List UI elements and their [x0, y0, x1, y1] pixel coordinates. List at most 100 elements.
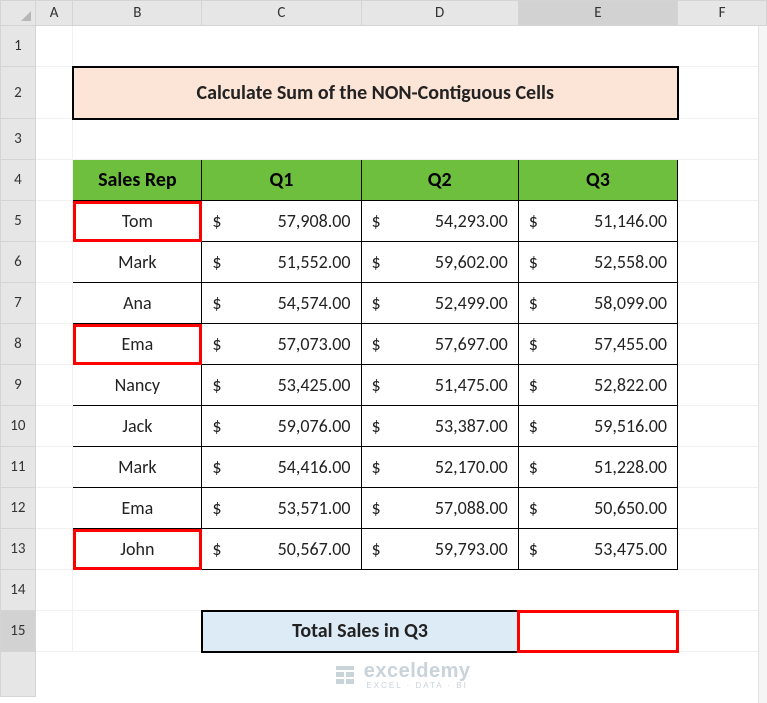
col-hdr-E[interactable]: E	[518, 1, 677, 26]
cell-q2[interactable]: $57,697.00	[361, 324, 518, 365]
sheet-title[interactable]: Calculate Sum of the NON-Contiguous Cell…	[73, 67, 678, 119]
cell-q1[interactable]: $57,073.00	[202, 324, 361, 365]
cell[interactable]	[35, 611, 73, 652]
cell-q3[interactable]: $59,516.00	[518, 406, 677, 447]
column-header-row[interactable]: A B C D E F	[1, 1, 767, 26]
cell-q1[interactable]: $53,425.00	[202, 365, 361, 406]
cell[interactable]	[35, 529, 73, 570]
row-hdr[interactable]: 14	[1, 570, 36, 611]
cell[interactable]	[35, 406, 73, 447]
cell[interactable]	[35, 570, 73, 611]
cell[interactable]	[678, 611, 767, 652]
cell-q2[interactable]: $59,602.00	[361, 242, 518, 283]
cell[interactable]	[35, 67, 73, 119]
cell[interactable]	[678, 283, 767, 324]
total-value-cell[interactable]	[518, 611, 677, 652]
cell-rep[interactable]: John	[73, 529, 202, 570]
cell[interactable]	[73, 570, 767, 611]
cell-rep[interactable]: Nancy	[73, 365, 202, 406]
cell-q2[interactable]: $52,499.00	[361, 283, 518, 324]
cell-q3[interactable]: $52,558.00	[518, 242, 677, 283]
cell[interactable]	[678, 201, 767, 242]
th-q2[interactable]: Q2	[361, 160, 518, 201]
cell-rep[interactable]: Mark	[73, 447, 202, 488]
cell-q2[interactable]: $54,293.00	[361, 201, 518, 242]
cell[interactable]	[678, 488, 767, 529]
col-hdr-A[interactable]: A	[35, 1, 73, 26]
spreadsheet-grid[interactable]: A B C D E F 1 2 Calculate Sum of the NON…	[0, 0, 767, 697]
cell-rep[interactable]: Mark	[73, 242, 202, 283]
th-sales-rep[interactable]: Sales Rep	[73, 160, 202, 201]
row-hdr[interactable]: 10	[1, 406, 36, 447]
cell[interactable]	[35, 242, 73, 283]
col-hdr-C[interactable]: C	[202, 1, 361, 26]
cell[interactable]	[35, 201, 73, 242]
cell-q3[interactable]: $52,822.00	[518, 365, 677, 406]
col-hdr-B[interactable]: B	[73, 1, 202, 26]
cell[interactable]	[35, 160, 73, 201]
cell-q1[interactable]: $59,076.00	[202, 406, 361, 447]
col-hdr-D[interactable]: D	[361, 1, 518, 26]
th-q3[interactable]: Q3	[518, 160, 677, 201]
cell[interactable]	[678, 529, 767, 570]
th-q1[interactable]: Q1	[202, 160, 361, 201]
cell-q2[interactable]: $57,088.00	[361, 488, 518, 529]
cell-q1[interactable]: $54,416.00	[202, 447, 361, 488]
cell-q3[interactable]: $58,099.00	[518, 283, 677, 324]
row-hdr[interactable]: 6	[1, 242, 36, 283]
cell[interactable]	[678, 242, 767, 283]
cell[interactable]	[73, 611, 202, 652]
cell-q3[interactable]: $50,650.00	[518, 488, 677, 529]
cell-q1[interactable]: $50,567.00	[202, 529, 361, 570]
select-all-corner[interactable]	[1, 1, 36, 26]
cell-rep[interactable]: Jack	[73, 406, 202, 447]
cell-q3[interactable]: $51,146.00	[518, 201, 677, 242]
scrollbar-vertical[interactable]	[758, 26, 767, 703]
row-hdr[interactable]: 4	[1, 160, 36, 201]
cell-q1[interactable]: $54,574.00	[202, 283, 361, 324]
cell[interactable]	[678, 447, 767, 488]
cell-q3[interactable]: $51,228.00	[518, 447, 677, 488]
cell-q2[interactable]: $53,387.00	[361, 406, 518, 447]
cell-q2[interactable]: $59,793.00	[361, 529, 518, 570]
cell[interactable]	[73, 26, 767, 67]
cell[interactable]	[35, 324, 73, 365]
row-hdr[interactable]	[1, 652, 36, 697]
cell-rep[interactable]: Tom	[73, 201, 202, 242]
row-hdr[interactable]: 15	[1, 611, 36, 652]
cell-q1[interactable]: $53,571.00	[202, 488, 361, 529]
row-hdr[interactable]: 13	[1, 529, 36, 570]
row-hdr[interactable]: 11	[1, 447, 36, 488]
cell[interactable]	[678, 67, 767, 119]
row-hdr[interactable]: 12	[1, 488, 36, 529]
cell[interactable]	[678, 324, 767, 365]
cell-rep[interactable]: Ana	[73, 283, 202, 324]
row-hdr[interactable]: 7	[1, 283, 36, 324]
cell-q2[interactable]: $52,170.00	[361, 447, 518, 488]
cell[interactable]	[35, 119, 73, 160]
cell-q2[interactable]: $51,475.00	[361, 365, 518, 406]
total-label-cell[interactable]: Total Sales in Q3	[202, 611, 518, 652]
cell-q3[interactable]: $53,475.00	[518, 529, 677, 570]
cell[interactable]	[678, 406, 767, 447]
row-hdr[interactable]: 8	[1, 324, 36, 365]
cell[interactable]: exceldemy EXCEL · DATA · BI	[35, 652, 766, 697]
cell[interactable]	[73, 119, 767, 160]
cell[interactable]	[35, 447, 73, 488]
col-hdr-F[interactable]: F	[678, 1, 767, 26]
row-hdr[interactable]: 5	[1, 201, 36, 242]
cell-q1[interactable]: $57,908.00	[202, 201, 361, 242]
cell[interactable]	[35, 365, 73, 406]
cell-rep[interactable]: Ema	[73, 488, 202, 529]
row-hdr[interactable]: 9	[1, 365, 36, 406]
cell[interactable]	[35, 488, 73, 529]
row-hdr[interactable]: 3	[1, 119, 36, 160]
cell-q3[interactable]: $57,455.00	[518, 324, 677, 365]
row-hdr[interactable]: 2	[1, 67, 36, 119]
cell-q1[interactable]: $51,552.00	[202, 242, 361, 283]
cell-rep[interactable]: Ema	[73, 324, 202, 365]
cell[interactable]	[678, 160, 767, 201]
cell[interactable]	[35, 26, 73, 67]
cell[interactable]	[35, 283, 73, 324]
cell[interactable]	[678, 365, 767, 406]
